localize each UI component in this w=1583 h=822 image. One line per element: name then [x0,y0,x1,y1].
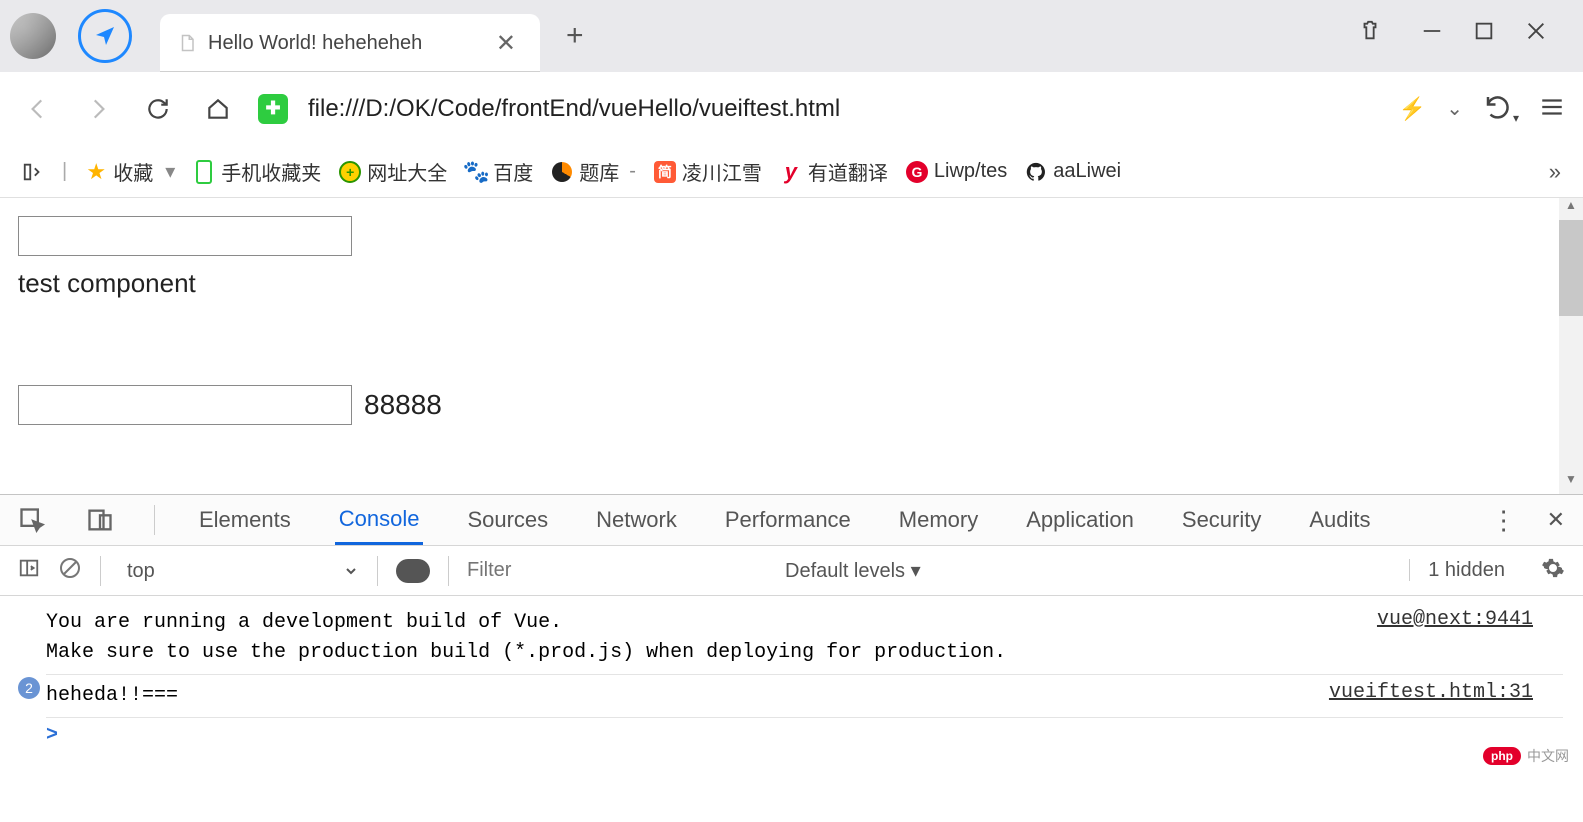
console-settings-button[interactable] [1541,556,1565,586]
phone-icon [193,161,215,183]
bookmark-youdao[interactable]: y有道翻译 [780,157,888,186]
tab-sources[interactable]: Sources [463,495,552,545]
window-close-button[interactable] [1525,20,1547,45]
clear-console-button[interactable] [58,556,82,586]
360-icon: + [339,161,361,183]
bookmark-mobile[interactable]: 手机收藏夹 [193,157,321,186]
browser-tab[interactable]: Hello World! heheheheh ✕ [160,14,540,72]
tab-elements[interactable]: Elements [195,495,295,545]
scrollbar-thumb[interactable] [1559,220,1583,316]
send-location-button[interactable] [78,9,132,63]
url-dropdown-icon[interactable]: ⌄ [1446,96,1463,121]
repeat-count-badge: 2 [18,677,40,699]
tab-performance[interactable]: Performance [721,495,855,545]
bookmark-baidu[interactable]: 🐾百度 [465,157,533,186]
url-text[interactable]: file:///D:/OK/Code/frontEnd/vueHello/vue… [308,95,1379,123]
tab-application[interactable]: Application [1022,495,1138,545]
execution-context-select[interactable]: top [119,553,359,589]
home-button[interactable] [198,89,238,129]
baidu-icon: 🐾 [465,161,487,183]
page-viewport: test component 88888 ▲ ▼ [0,198,1583,494]
tab-memory[interactable]: Memory [895,495,982,545]
bookmark-favorites[interactable]: ★收藏▾ [85,157,175,186]
fast-mode-icon[interactable]: ⚡ [1399,96,1426,122]
page-scrollbar[interactable]: ▲ ▼ [1559,198,1583,494]
bookmark-aaliwei[interactable]: aaLiwei [1025,160,1121,183]
text-input-1[interactable] [18,216,352,256]
bookmarks-overflow[interactable]: » [1549,159,1561,185]
inspect-element-button[interactable] [18,506,46,534]
scroll-up-icon[interactable]: ▲ [1559,198,1583,220]
tab-network[interactable]: Network [592,495,681,545]
liwp-icon: G [906,161,928,183]
test-component-label: test component [18,268,1565,299]
tab-title: Hello World! heheheheh [208,32,490,55]
github-icon [1025,161,1047,183]
console-message: vue@next:9441 You are running a developm… [46,608,1563,668]
youdao-icon: y [780,161,802,183]
devtools-close-button[interactable]: ✕ [1547,507,1565,533]
tab-console[interactable]: Console [335,495,424,545]
console-prompt[interactable]: > [46,717,1563,747]
window-controls [1359,0,1583,45]
maximize-button[interactable] [1473,20,1495,45]
reload-button[interactable] [138,89,178,129]
extensions-icon[interactable] [1359,20,1381,45]
live-expression-button[interactable] [396,559,430,583]
watermark-pill: php [1483,747,1521,765]
back-button[interactable] [18,89,58,129]
console-source-link[interactable]: vue@next:9441 [1377,608,1533,631]
main-menu-button[interactable] [1539,94,1565,123]
bookmark-tiku[interactable]: 题库- [551,157,636,186]
bookmark-lingchuan[interactable]: 简凌川江雪 [654,157,762,186]
tiku-icon [551,161,573,183]
log-levels-select[interactable]: Default levels ▾ [785,558,921,583]
console-output: vue@next:9441 You are running a developm… [0,596,1583,751]
tab-security[interactable]: Security [1178,495,1265,545]
file-icon [178,34,196,52]
security-shield-icon[interactable]: ✚ [258,94,288,124]
bookmark-liwp[interactable]: GLiwp/tes [906,160,1007,183]
minimize-button[interactable] [1421,20,1443,45]
console-message: 2 vueiftest.html:31 heheda!!=== [46,674,1563,711]
text-input-2[interactable] [18,385,352,425]
page-content: test component 88888 [0,198,1583,443]
browser-titlebar: Hello World! heheheheh ✕ + [0,0,1583,72]
jian-icon: 简 [654,161,676,183]
console-toolbar: top Default levels ▾ 1 hidden [0,546,1583,596]
sidebar-toggle-icon[interactable] [22,161,44,183]
watermark-text: 中文网 [1527,746,1569,766]
console-filter-input[interactable] [467,559,767,582]
paper-plane-icon [93,24,117,48]
tab-audits[interactable]: Audits [1305,495,1374,545]
tab-close-button[interactable]: ✕ [490,29,522,58]
bookmarks-bar: | ★收藏▾ 手机收藏夹 +网址大全 🐾百度 题库- 简凌川江雪 y有道翻译 G… [0,146,1583,198]
watermark: php 中文网 [1483,746,1569,766]
forward-button[interactable] [78,89,118,129]
address-bar: ✚ file:///D:/OK/Code/frontEnd/vueHello/v… [0,72,1583,146]
undo-close-tab-button[interactable]: ▾ [1483,92,1519,125]
console-sidebar-toggle[interactable] [18,557,40,585]
new-tab-button[interactable]: + [540,19,610,53]
scroll-down-icon[interactable]: ▼ [1559,472,1583,494]
bookmark-wangzhi[interactable]: +网址大全 [339,157,447,186]
profile-avatar[interactable] [10,13,56,59]
console-source-link[interactable]: vueiftest.html:31 [1329,681,1533,704]
star-icon: ★ [85,161,107,183]
value-88888: 88888 [364,389,442,421]
devtools-more-button[interactable]: ⋮ [1491,505,1517,536]
device-toggle-button[interactable] [86,506,114,534]
devtools-tabbar: Elements Console Sources Network Perform… [0,494,1583,546]
hidden-count[interactable]: 1 hidden [1409,559,1505,582]
